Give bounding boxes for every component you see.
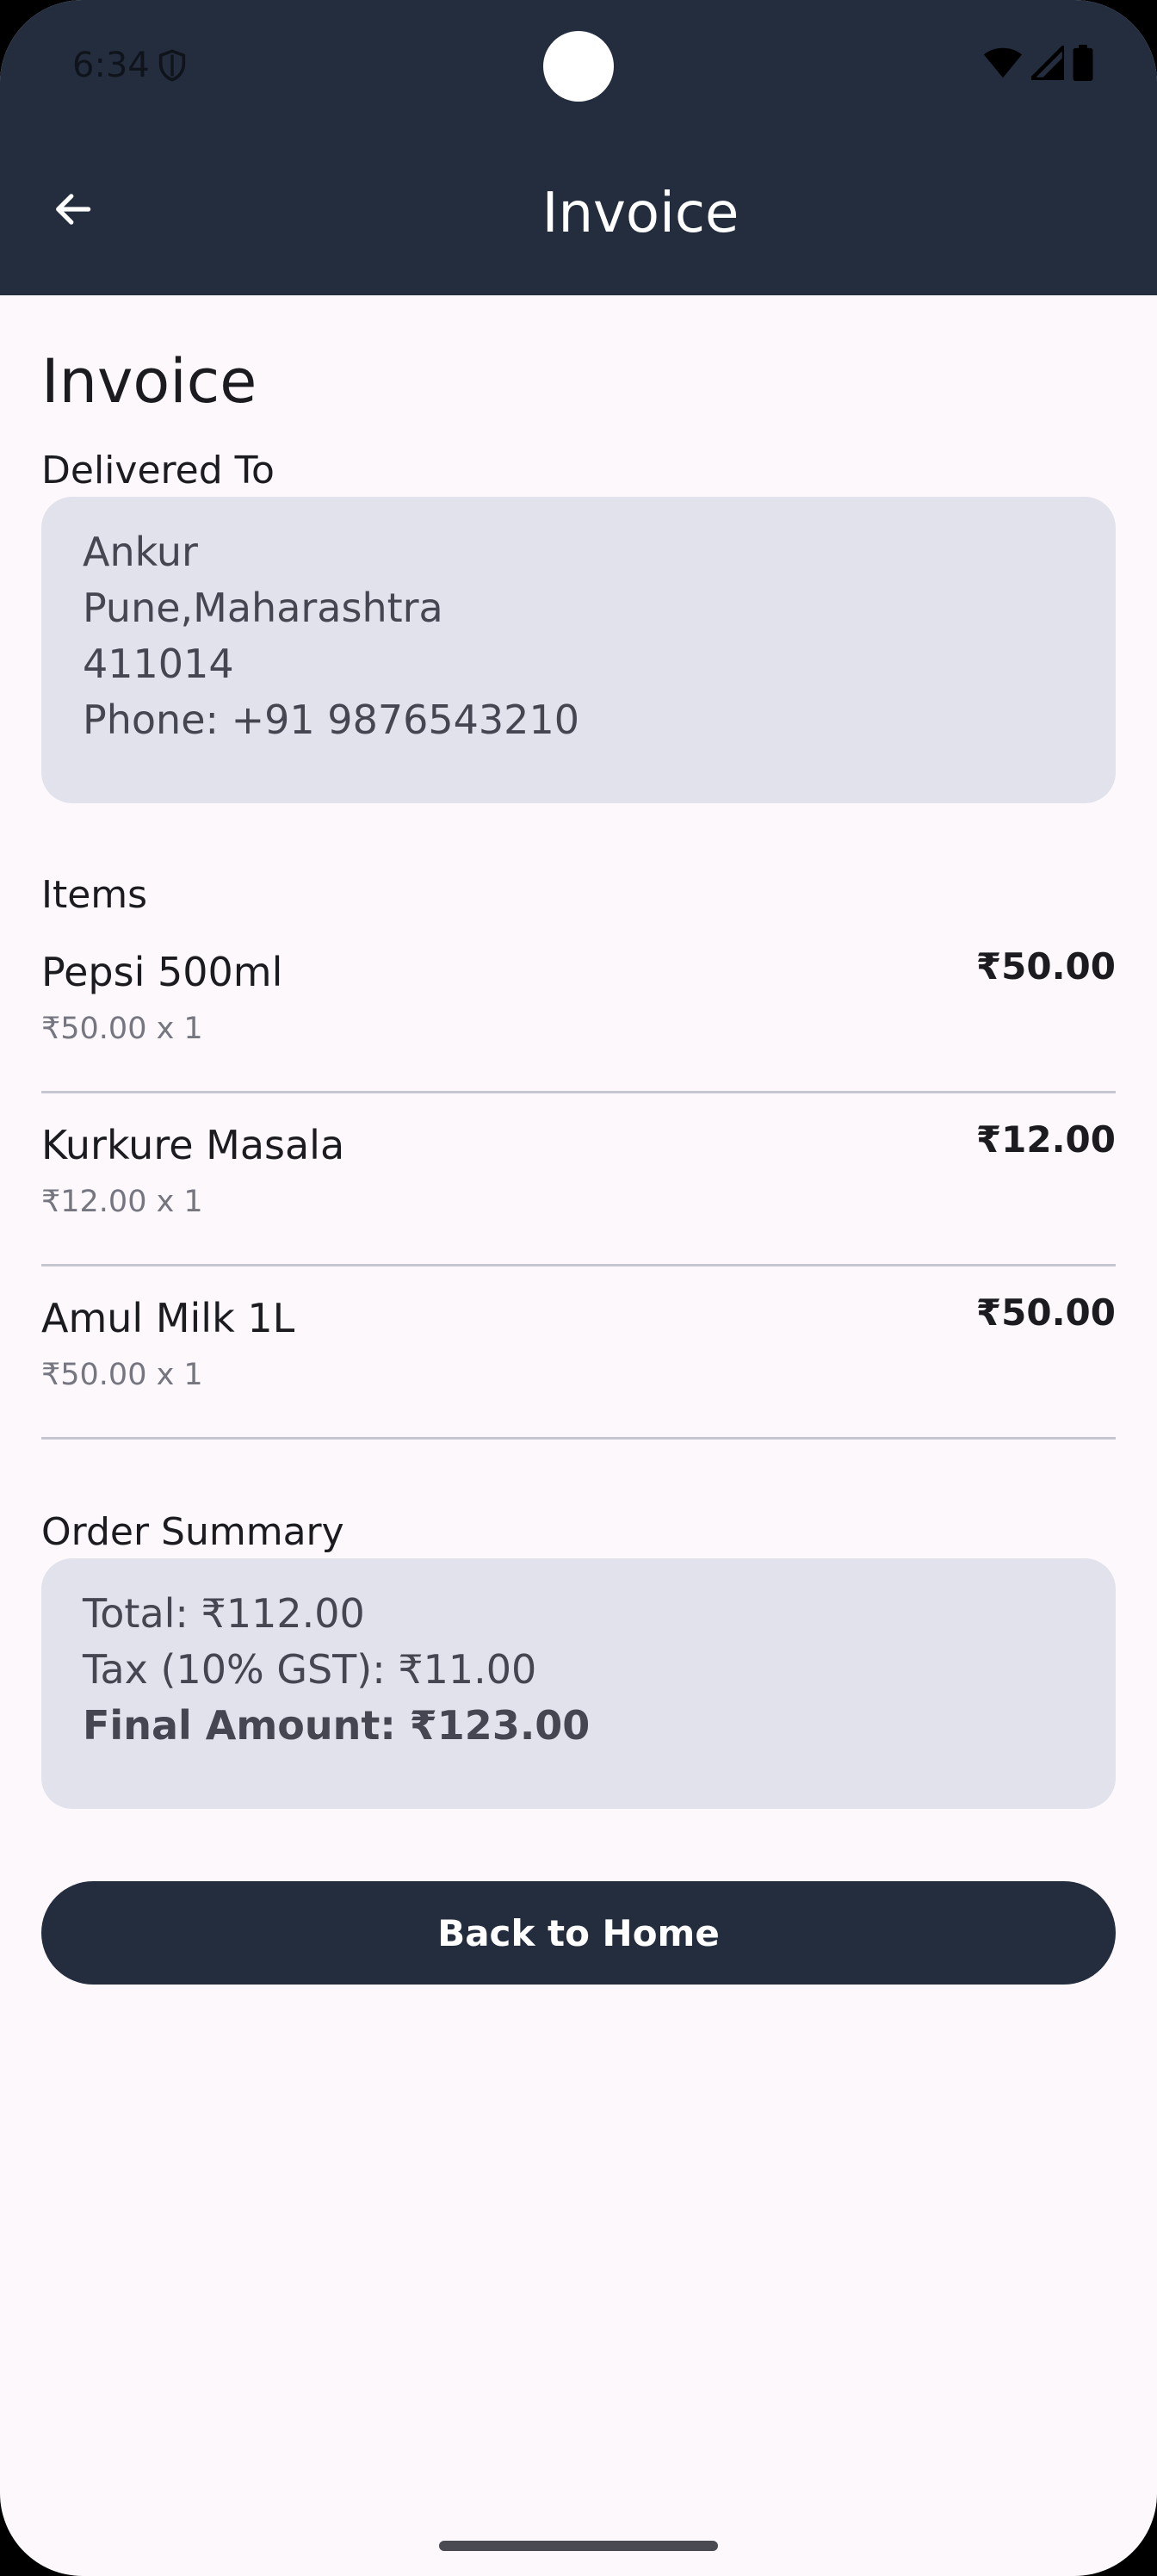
item-total-price: ₹50.00 [975, 1291, 1116, 1334]
delivery-address-card: Ankur Pune,Maharashtra 411014 Phone: +91… [41, 497, 1116, 803]
summary-final-amount: Final Amount: ₹123.00 [83, 1702, 591, 1749]
item-name: Amul Milk 1L [41, 1295, 295, 1341]
items-label: Items [41, 873, 148, 917]
summary-tax: Tax (10% GST): ₹11.00 [83, 1646, 537, 1693]
list-item: Pepsi 500ml ₹50.00 x 1 ₹50.00 [41, 920, 1116, 1093]
order-summary-label: Order Summary [41, 1510, 344, 1554]
status-icons [983, 45, 1093, 81]
signal-icon [1031, 46, 1064, 80]
camera-cutout [543, 31, 614, 102]
battery-icon [1073, 45, 1093, 81]
customer-name: Ankur [83, 529, 198, 575]
gesture-navigation-bar[interactable] [439, 2541, 718, 2551]
item-total-price: ₹50.00 [975, 945, 1116, 988]
back-to-home-button[interactable]: Back to Home [41, 1881, 1116, 1985]
customer-city: Pune,Maharashtra [83, 585, 443, 631]
item-unit-price: ₹12.00 x 1 [41, 1185, 203, 1219]
status-time: 6:34 [72, 46, 150, 85]
item-name: Kurkure Masala [41, 1122, 345, 1168]
item-unit-price: ₹50.00 x 1 [41, 1358, 203, 1392]
summary-total: Total: ₹112.00 [83, 1590, 365, 1637]
item-name: Pepsi 500ml [41, 949, 283, 995]
customer-pincode: 411014 [83, 641, 234, 687]
customer-phone: Phone: +91 9876543210 [83, 697, 579, 743]
shield-icon [158, 49, 186, 82]
item-unit-price: ₹50.00 x 1 [41, 1012, 203, 1046]
wifi-icon [983, 47, 1023, 78]
app-bar-title: Invoice [541, 182, 739, 245]
list-item: Kurkure Masala ₹12.00 x 1 ₹12.00 [41, 1093, 1116, 1266]
delivered-to-label: Delivered To [41, 449, 275, 492]
phone-screen: 6:34 Invoice Invoice Delivered To Ankur … [0, 0, 1157, 2576]
list-item: Amul Milk 1L ₹50.00 x 1 ₹50.00 [41, 1266, 1116, 1440]
order-summary-card: Total: ₹112.00 Tax (10% GST): ₹11.00 Fin… [41, 1558, 1116, 1809]
top-app-bar: 6:34 Invoice [0, 0, 1157, 295]
item-total-price: ₹12.00 [975, 1118, 1116, 1161]
page-title: Invoice [41, 346, 257, 417]
